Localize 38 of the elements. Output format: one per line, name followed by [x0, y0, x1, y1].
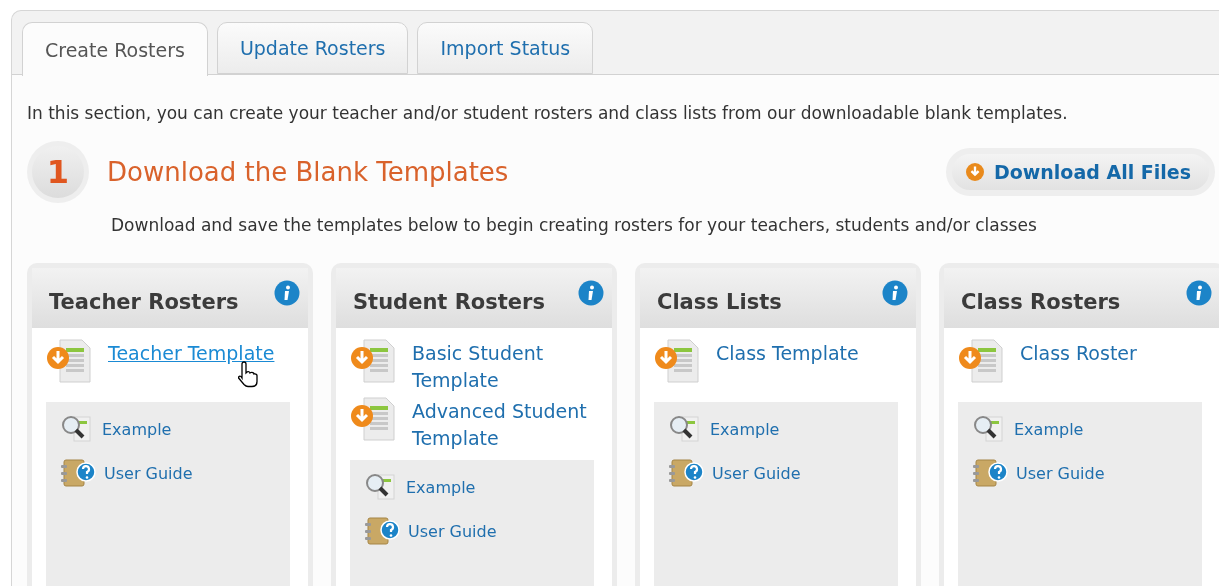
help-book-icon [60, 458, 96, 488]
tab[interactable]: Create Rosters [22, 22, 208, 76]
card-title: Class Lists [657, 290, 782, 314]
tab[interactable]: Update Rosters [216, 22, 409, 74]
user-guide-link[interactable]: User Guide [1016, 463, 1105, 483]
intro-text: In this section, you can create your teacher and/or student rosters and class lists from our downloadable blank templates. [27, 103, 1069, 123]
example-link[interactable]: Example [1014, 419, 1084, 439]
help-book-icon [364, 516, 400, 546]
example-link[interactable]: Example [102, 419, 172, 439]
card-title: Student Rosters [353, 290, 545, 314]
example-link[interactable]: Example [710, 419, 780, 439]
step-title: Download the Blank Templates [107, 157, 510, 187]
info-icon[interactable] [578, 280, 604, 306]
download-all-button[interactable]: Download All Files [945, 148, 1215, 196]
template-link[interactable]: Basic Student Template [412, 340, 594, 394]
example-link[interactable]: Example [406, 477, 476, 497]
magnifier-icon [364, 472, 398, 502]
template-link[interactable]: Advanced Student Template [412, 398, 594, 452]
info-icon[interactable] [882, 280, 908, 306]
card-title: Class Rosters [961, 290, 1121, 314]
card-title: Teacher Rosters [49, 290, 239, 314]
user-guide-link[interactable]: User Guide [104, 463, 193, 483]
help-book-icon [668, 458, 704, 488]
step-badge: 1 [27, 141, 89, 203]
user-guide-link[interactable]: User Guide [712, 463, 801, 483]
magnifier-icon [972, 414, 1006, 444]
template-link[interactable]: Class Roster [1020, 340, 1137, 367]
magnifier-icon [668, 414, 702, 444]
user-guide-link[interactable]: User Guide [408, 521, 497, 541]
step-subtitle: Download and save the templates below to begin creating rosters for your teachers, students and/or classes [111, 215, 1038, 235]
info-icon[interactable] [274, 280, 300, 306]
help-book-icon [972, 458, 1008, 488]
download-icon [965, 163, 984, 181]
info-icon[interactable] [1186, 280, 1212, 306]
template-link[interactable]: Class Template [716, 340, 859, 367]
magnifier-icon [60, 414, 94, 444]
tab[interactable]: Import Status [417, 22, 594, 74]
template-link[interactable]: Teacher Template [108, 340, 275, 367]
